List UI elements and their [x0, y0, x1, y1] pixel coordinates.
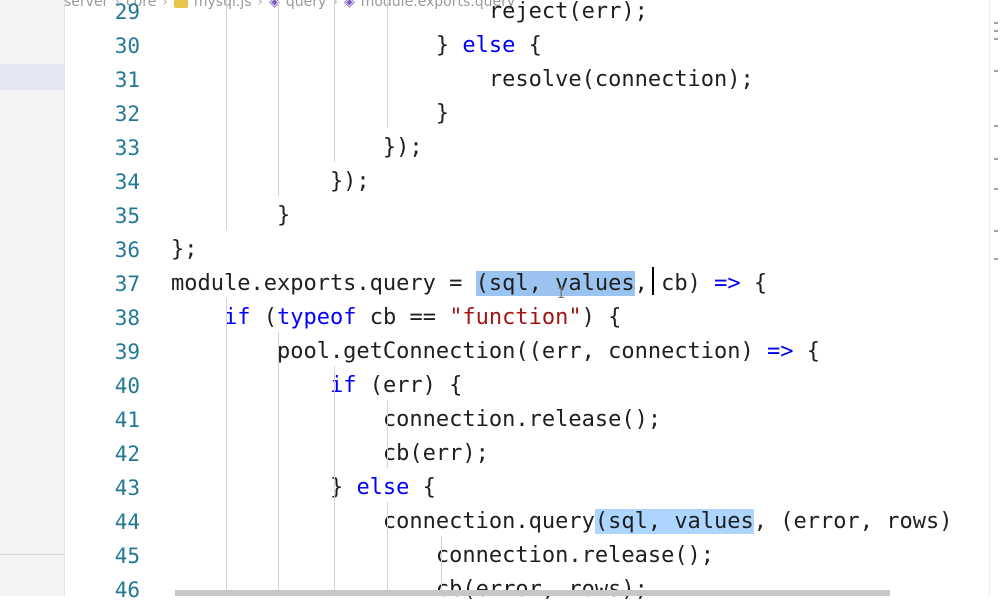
code-text: if (err) { — [171, 369, 462, 403]
line-number: 44 — [114, 510, 140, 534]
line-number: 29 — [114, 0, 140, 24]
horizontal-scrollbar[interactable] — [175, 590, 890, 596]
side-panel-divider — [0, 554, 64, 555]
indent-guide — [334, 366, 335, 596]
code-token: reject(err); — [171, 0, 648, 24]
code-token: connection.query — [171, 509, 595, 534]
code-text: } — [171, 97, 449, 131]
code-token: ) { — [581, 305, 622, 330]
code-token: }); — [171, 135, 423, 160]
line-number: 33 — [114, 136, 140, 160]
code-token: { — [515, 33, 542, 58]
keyword-token: => — [767, 339, 794, 364]
keyword-token: else — [462, 33, 516, 58]
code-text: module.exports.query = (sql, values, cb)… — [171, 267, 767, 301]
keyword-token: if — [223, 305, 251, 330]
indent-guide — [387, 0, 388, 128]
line-number: 39 — [114, 340, 140, 364]
indent-guide — [278, 0, 279, 196]
line-number: 31 — [114, 68, 140, 92]
mouse-ibeam-icon: I — [557, 286, 566, 302]
code-text: if (typeof cb == "function") { — [171, 301, 621, 335]
code-token: , (error, rows) — [753, 509, 953, 534]
code-token: resolve(connection); — [171, 67, 754, 92]
code-text: connection.query(sql, values, (error, ro… — [171, 505, 952, 539]
code-token: (err) { — [356, 373, 463, 398]
code-token: module.exports.query = — [171, 271, 476, 296]
code-text: pool.getConnection((err, connection) => … — [171, 335, 820, 369]
line-number: 46 — [114, 578, 140, 602]
side-panel-selected-row[interactable] — [0, 64, 64, 90]
code-text: reject(err); — [171, 0, 648, 29]
code-text: } else { — [171, 471, 436, 505]
keyword-token: else — [356, 475, 410, 500]
indent-guide — [226, 298, 227, 596]
code-token: connection.release(); — [171, 407, 662, 432]
overview-marker — [994, 70, 998, 72]
overview-marker — [994, 30, 998, 32]
code-text: cb(err); — [171, 437, 489, 471]
code-editor[interactable]: 46 cb(error, rows);45 connection.release… — [64, 0, 989, 602]
code-token: }); — [171, 169, 370, 194]
code-token: } — [171, 33, 463, 58]
code-token: ( — [250, 305, 277, 330]
indent-guide — [278, 332, 279, 596]
code-token: } — [171, 203, 291, 228]
side-panel-edge — [0, 0, 65, 596]
overview-marker — [994, 158, 998, 160]
code-text: } — [171, 199, 290, 233]
code-token: } — [171, 475, 357, 500]
line-number: 32 — [114, 102, 140, 126]
line-number: 45 — [114, 544, 140, 568]
overview-marker — [994, 125, 998, 127]
line-number: 34 — [114, 170, 140, 194]
code-text: }); — [171, 131, 423, 165]
code-text: connection.release(); — [171, 539, 714, 573]
code-token: connection.release(); — [171, 543, 715, 568]
line-number: 38 — [114, 306, 140, 330]
line-number: 35 — [114, 204, 140, 228]
code-token: pool.getConnection((err, connection) — [171, 339, 768, 364]
overview-marker — [994, 22, 998, 24]
keyword-token: => — [714, 271, 741, 296]
line-number: 43 — [114, 476, 140, 500]
code-token: , cb) — [634, 271, 715, 296]
line-number: 30 — [114, 34, 140, 58]
line-number: 36 — [114, 238, 140, 262]
code-token: } — [171, 101, 450, 126]
code-text: resolve(connection); — [171, 63, 754, 97]
indent-guide — [334, 0, 335, 162]
code-token: { — [793, 339, 821, 364]
code-token: { — [409, 475, 436, 500]
code-text: }; — [171, 233, 198, 267]
code-token: { — [740, 271, 768, 296]
code-text: }); — [171, 165, 370, 199]
line-number: 42 — [114, 442, 140, 466]
indent-guide — [387, 400, 388, 468]
overview-marker — [994, 258, 998, 260]
overview-marker — [994, 38, 998, 40]
string-token: "function" — [449, 305, 582, 330]
line-number: 40 — [114, 374, 140, 398]
code-token: cb(err); — [171, 441, 489, 466]
line-number: 37 — [114, 272, 140, 296]
overview-ruler[interactable] — [989, 0, 1001, 596]
keyword-token: typeof — [276, 305, 357, 330]
indent-guide — [387, 502, 388, 596]
indent-guide — [226, 0, 227, 230]
line-number: 41 — [114, 408, 140, 432]
code-token: }; — [171, 237, 198, 262]
text-cursor — [652, 267, 654, 295]
code-text: connection.release(); — [171, 403, 661, 437]
selected-text: (sql, values — [594, 509, 754, 534]
indent-guide — [441, 536, 442, 596]
selected-text: (sql, values — [475, 271, 635, 296]
overview-marker — [994, 230, 998, 232]
overview-marker — [994, 188, 998, 190]
code-token: cb == — [356, 305, 450, 330]
